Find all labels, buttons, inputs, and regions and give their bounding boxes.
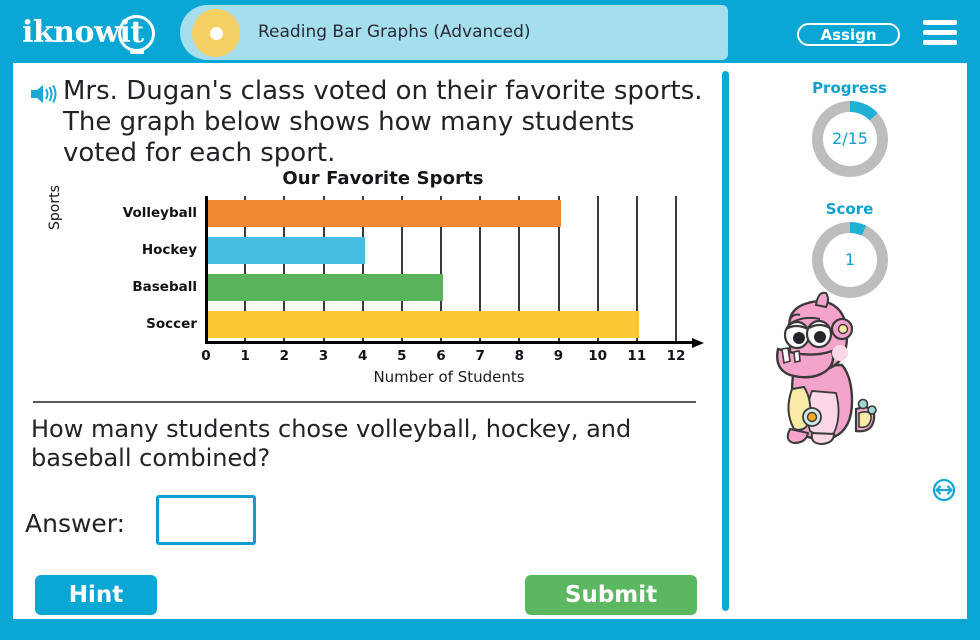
chart-category-label: Hockey	[141, 242, 197, 258]
answer-row: Answer:	[25, 495, 425, 551]
chart-category-label: Soccer	[146, 316, 197, 332]
content-panel: Mrs. Dugan's class voted on their favori…	[13, 63, 967, 619]
chart-x-tick-label: 1	[240, 348, 250, 364]
chart-bar	[208, 311, 639, 338]
answer-label: Answer:	[25, 509, 126, 538]
chart-x-tick-label: 11	[627, 348, 647, 364]
chart-y-axis-label: Sports	[47, 185, 63, 230]
chart-x-tick-label: 2	[279, 348, 290, 364]
chart-gridline	[675, 196, 677, 341]
chart-x-tick-label: 4	[357, 348, 368, 364]
menu-bar-1	[923, 20, 957, 25]
question-text: How many students chose volleyball, hock…	[31, 415, 632, 472]
chart-x-tick-label: 8	[514, 348, 525, 364]
resize-arrows-icon[interactable]	[932, 478, 956, 502]
logo-text: iknowit	[22, 15, 144, 50]
assign-button[interactable]: Assign	[797, 23, 900, 46]
app-window: iknowit Reading Bar Graphs (Advanced) As…	[0, 0, 980, 640]
chart-x-tick-label: 9	[553, 348, 564, 364]
lesson-badge-inner-dot	[210, 27, 223, 40]
chart-x-tick-label: 10	[588, 348, 608, 364]
lightbulb-base-icon	[130, 50, 144, 54]
progress-value: 2/15	[832, 129, 868, 148]
status-sidebar: Progress 2/15 Score 1	[732, 63, 967, 619]
progress-label: Progress	[812, 79, 887, 97]
chart-bar	[208, 274, 443, 301]
chart-x-tick-label: 12	[666, 348, 686, 364]
lesson-title: Reading Bar Graphs (Advanced)	[258, 22, 531, 42]
question-prompt: Mrs. Dugan's class voted on their favori…	[63, 76, 703, 168]
app-header: iknowit Reading Bar Graphs (Advanced) As…	[0, 0, 980, 63]
chart-bar	[208, 237, 365, 264]
chart-title: Our Favorite Sports	[282, 168, 484, 189]
bar-chart: Our Favorite Sports Sports 0 1 2 3 4 5 6 7 8 9 10 1…	[47, 168, 713, 393]
chart-x-tick-label: 7	[475, 348, 485, 364]
score-meter: 1	[812, 222, 888, 298]
hamburger-menu-icon[interactable]	[923, 20, 957, 46]
menu-bar-2	[923, 30, 957, 35]
chart-bar	[208, 200, 561, 227]
chart-x-tick-label: 0	[201, 348, 211, 364]
vertical-scrollbar-thumb[interactable]	[722, 71, 729, 611]
chart-category-label: Volleyball	[122, 205, 197, 221]
hint-button[interactable]: Hint	[35, 575, 157, 615]
score-value: 1	[844, 250, 856, 269]
submit-button[interactable]: Submit	[525, 575, 697, 615]
progress-meter: 2/15	[812, 101, 888, 177]
chart-plot-area: 0 1 2 3 4 5 6 7 8 9 10 11 12	[201, 196, 704, 364]
pink-monster-mascot	[764, 291, 894, 451]
chart-x-tick-label: 6	[436, 348, 446, 364]
chart-x-tick-label: 5	[397, 348, 407, 364]
lesson-badge-icon	[192, 9, 240, 57]
chart-x-axis	[205, 338, 704, 348]
menu-bar-3	[923, 40, 957, 45]
vertical-scrollbar-track[interactable]	[718, 63, 732, 619]
iknowit-logo[interactable]: iknowit	[22, 12, 172, 54]
question-pane: Mrs. Dugan's class voted on their favori…	[13, 63, 722, 619]
chart-category-label: Baseball	[132, 279, 197, 295]
answer-input[interactable]	[156, 495, 256, 545]
lesson-title-pill: Reading Bar Graphs (Advanced)	[180, 5, 728, 60]
speaker-audio-icon[interactable]	[29, 83, 59, 105]
section-divider	[33, 401, 696, 403]
chart-x-axis-arrow	[692, 338, 704, 348]
chart-x-axis-label: Number of Students	[373, 368, 525, 386]
chart-x-tick-label: 3	[318, 348, 329, 364]
score-label: Score	[825, 200, 874, 218]
